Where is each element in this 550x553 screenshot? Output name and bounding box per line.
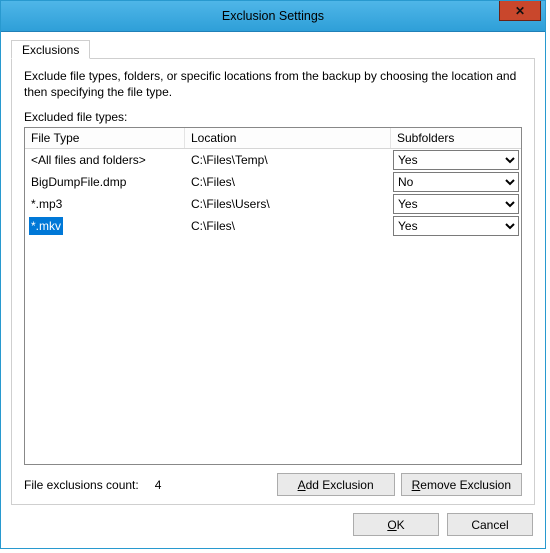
tab-frame: Exclusions Exclude file types, folders, … <box>11 58 535 505</box>
subfolders-select[interactable]: YesNo <box>393 172 519 192</box>
description-text: Exclude file types, folders, or specific… <box>24 69 522 100</box>
file-type-cell[interactable]: *.mp3 <box>25 193 185 215</box>
close-icon: ✕ <box>515 4 525 18</box>
file-type-cell[interactable]: *.mkv <box>25 215 185 237</box>
tab-label: Exclusions <box>22 43 79 57</box>
file-type-cell[interactable]: BigDumpFile.dmp <box>25 171 185 193</box>
table-row[interactable]: *.mkv C:\Files\YesNo <box>25 215 521 237</box>
file-type-cell[interactable]: *.mkv <box>29 217 63 235</box>
col-location[interactable]: Location <box>185 128 391 148</box>
subfolders-cell: YesNo <box>391 193 521 215</box>
client-area: Exclusions Exclude file types, folders, … <box>1 32 545 548</box>
cancel-button[interactable]: Cancel <box>447 513 533 536</box>
subfolders-cell: YesNo <box>391 171 521 193</box>
count-value: 4 <box>155 478 162 492</box>
col-file-type[interactable]: File Type <box>25 128 185 148</box>
col-subfolders[interactable]: Subfolders <box>391 128 521 148</box>
exclusions-grid: File Type Location Subfolders <All files… <box>24 127 522 465</box>
location-cell[interactable]: C:\Files\ <box>185 171 391 193</box>
table-row[interactable]: BigDumpFile.dmpC:\Files\YesNo <box>25 171 521 193</box>
location-cell[interactable]: C:\Files\ <box>185 215 391 237</box>
subfolders-cell: YesNo <box>391 215 521 237</box>
subfolders-cell: YesNo <box>391 149 521 171</box>
tab-exclusions[interactable]: Exclusions <box>11 40 90 59</box>
ok-button[interactable]: OK <box>353 513 439 536</box>
count-label: File exclusions count: <box>24 478 139 492</box>
location-cell[interactable]: C:\Files\Users\ <box>185 193 391 215</box>
location-cell[interactable]: C:\Files\Temp\ <box>185 149 391 171</box>
file-type-cell[interactable]: <All files and folders> <box>25 149 185 171</box>
window-title: Exclusion Settings <box>1 9 545 23</box>
subfolders-select[interactable]: YesNo <box>393 194 519 214</box>
dialog-buttons: OK Cancel <box>11 505 535 538</box>
table-row[interactable]: <All files and folders>C:\Files\Temp\Yes… <box>25 149 521 171</box>
grid-header: File Type Location Subfolders <box>25 128 521 149</box>
add-exclusion-button[interactable]: Add Exclusion <box>277 473 395 496</box>
subfolders-select[interactable]: YesNo <box>393 216 519 236</box>
remove-exclusion-button[interactable]: Remove Exclusion <box>401 473 522 496</box>
footer-row: File exclusions count: 4 Add Exclusion R… <box>24 473 522 496</box>
tab-content: Exclude file types, folders, or specific… <box>12 59 534 504</box>
subfolders-select[interactable]: YesNo <box>393 150 519 170</box>
list-label: Excluded file types: <box>24 110 522 124</box>
close-button[interactable]: ✕ <box>499 1 541 21</box>
dialog-window: Exclusion Settings ✕ Exclusions Exclude … <box>0 0 546 549</box>
grid-body[interactable]: <All files and folders>C:\Files\Temp\Yes… <box>25 149 521 464</box>
table-row[interactable]: *.mp3C:\Files\Users\YesNo <box>25 193 521 215</box>
title-bar[interactable]: Exclusion Settings ✕ <box>1 1 545 32</box>
